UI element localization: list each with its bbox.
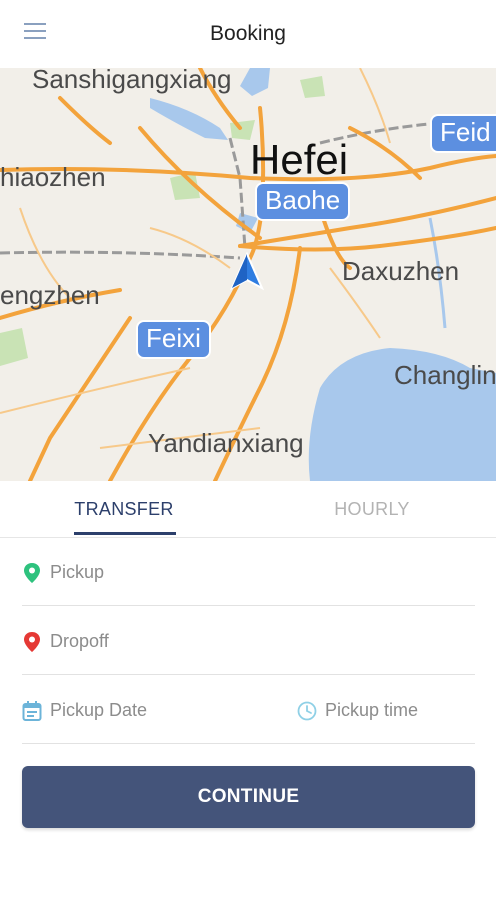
pickup-time-placeholder: Pickup time — [325, 700, 419, 720]
continue-button[interactable]: CONTINUE — [22, 766, 475, 828]
pickup-date-field[interactable]: Pickup Date — [22, 676, 282, 744]
pickup-datetime-row: Pickup Date Pickup time — [22, 676, 475, 744]
calendar-icon — [22, 701, 42, 721]
map-label-yandianxiang: Yandianxiang — [148, 428, 304, 458]
clock-icon — [297, 701, 317, 721]
map-label-daxuzhen: Daxuzhen — [342, 256, 460, 286]
map-label-sanshigangxiang: Sanshigangxiang — [32, 68, 232, 94]
map-badge-feixi: Feixi — [136, 320, 211, 359]
pickup-pin-icon — [24, 563, 40, 583]
pickup-time-field[interactable]: Pickup time — [297, 676, 475, 744]
tab-hourly[interactable]: HOURLY — [248, 481, 496, 537]
map-badge-feid: Feid — [430, 114, 496, 153]
map-label-hefei: Hefei — [250, 136, 349, 183]
dropoff-pin-icon — [24, 632, 40, 652]
map-badge-baohe: Baohe — [255, 182, 351, 221]
navigation-arrow-icon — [230, 252, 264, 291]
pickup-field[interactable]: Pickup — [22, 538, 475, 606]
pickup-placeholder: Pickup — [50, 562, 105, 582]
map-label-miaozhen: hiaozhen — [0, 162, 106, 192]
map-label-changlin: Changlin — [394, 360, 496, 390]
map-label-fengzhen: engzhen — [0, 280, 100, 310]
dropoff-field[interactable]: Dropoff — [22, 607, 475, 675]
page-title: Booking — [210, 22, 286, 45]
tab-active-indicator — [74, 532, 176, 535]
tab-transfer[interactable]: TRANSFER — [0, 481, 248, 537]
booking-tabs: TRANSFER HOURLY — [0, 481, 496, 538]
app-header: Booking — [0, 0, 496, 68]
dropoff-placeholder: Dropoff — [50, 631, 109, 651]
pickup-date-placeholder: Pickup Date — [50, 700, 148, 720]
map-view[interactable]: Sanshigangxiang Hefei Baohe Feid hiaozhe… — [0, 68, 496, 481]
